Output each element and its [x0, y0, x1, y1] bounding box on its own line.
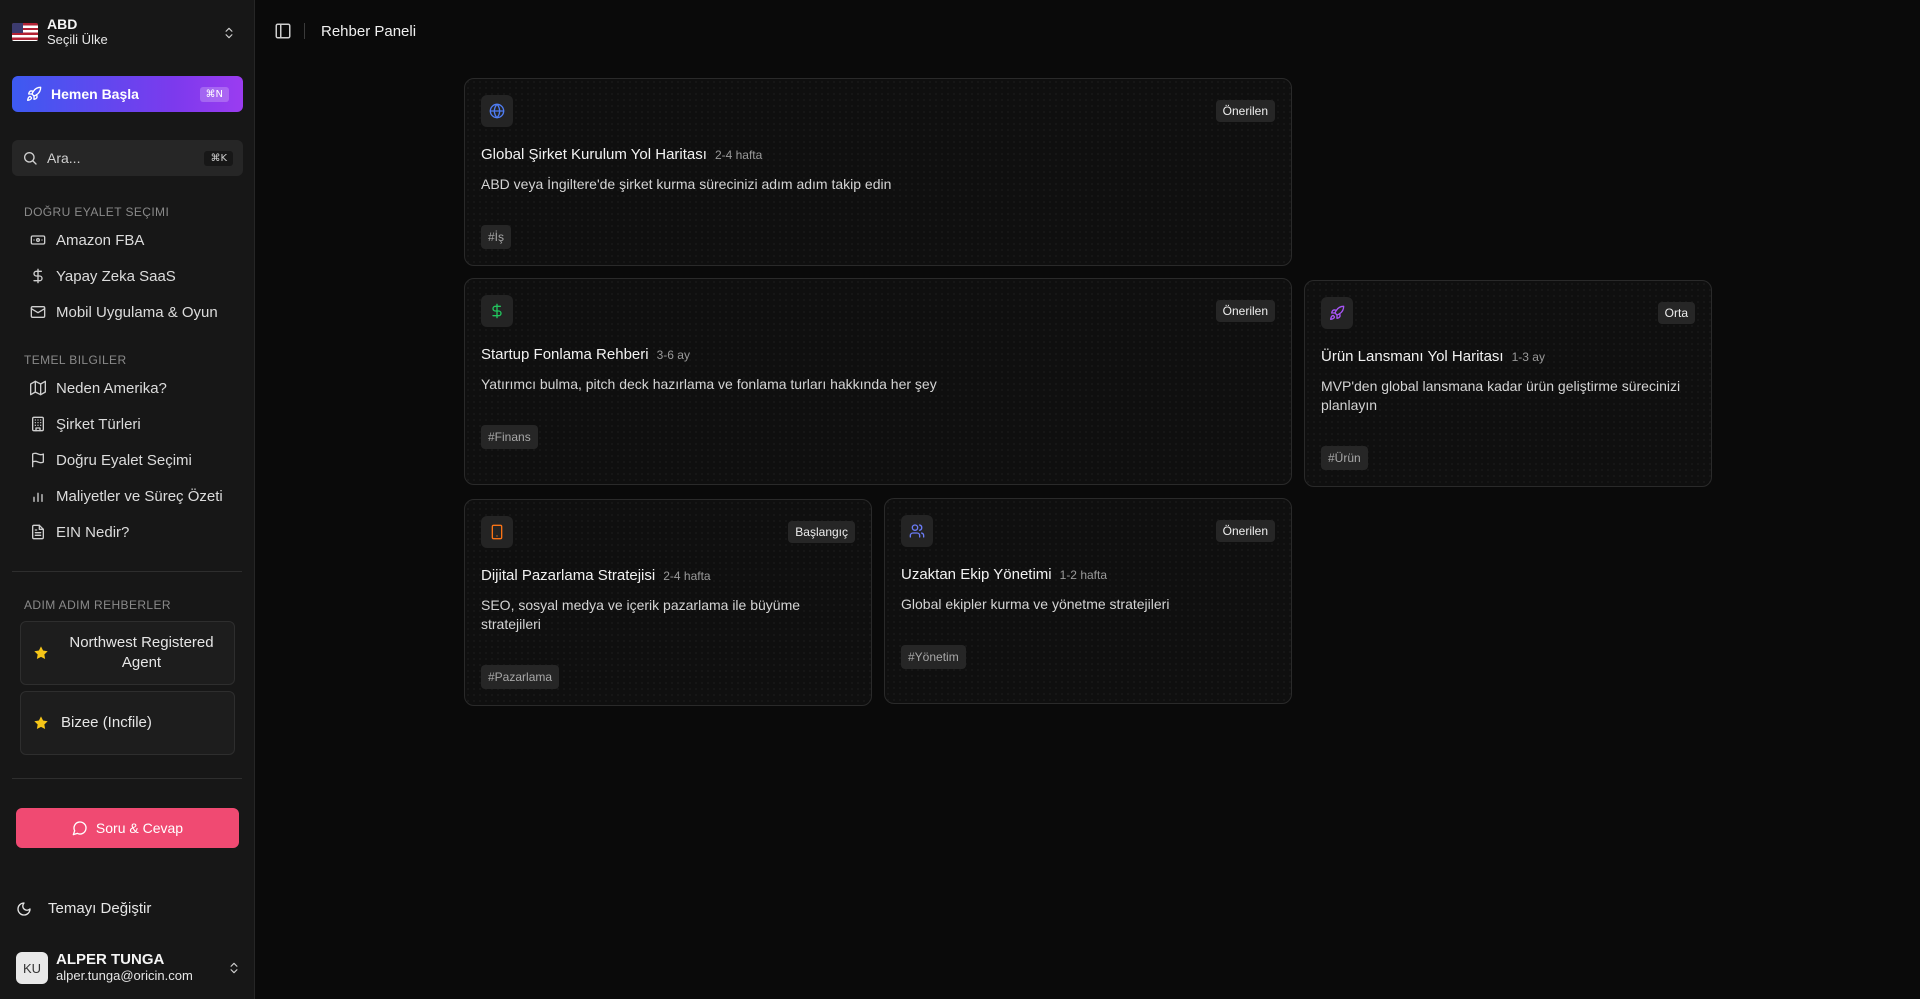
card-title: Ürün Lansmanı Yol Haritası — [1321, 348, 1504, 365]
card-description: Yatırımcı bulma, pitch deck hazırlama ve… — [481, 376, 937, 392]
guide-card-remote-team[interactable]: Önerilen Uzaktan Ekip Yönetimi 1-2 hafta… — [884, 498, 1292, 704]
rocket-icon — [1330, 305, 1345, 320]
qa-label: Soru & Cevap — [95, 820, 184, 836]
star-icon — [34, 716, 48, 729]
card-tag[interactable]: #Pazarlama — [481, 665, 560, 689]
card-description: MVP'den global lansmana kadar ürün geliş… — [1321, 378, 1681, 413]
guide-bizee[interactable]: Bizee (Incfile) — [20, 691, 235, 755]
sidebar-item-ai-saas[interactable]: Yapay Zeka SaaS — [30, 262, 240, 290]
guide-card-product-launch[interactable]: Orta Ürün Lansmanı Yol Haritası 1-3 ay M… — [1304, 280, 1712, 487]
start-now-label: Hemen Başla — [51, 86, 139, 102]
banknote-icon — [30, 235, 46, 245]
sidebar-item-label: Yapay Zeka SaaS — [56, 267, 176, 285]
guide-card-digital-marketing[interactable]: Başlangıç Dijital Pazarlama Stratejisi 2… — [464, 499, 872, 706]
flag-icon — [31, 452, 44, 468]
user-email: alper.tunga@oricin.com — [56, 968, 193, 983]
user-menu[interactable]: KU ALPER TUNGA alper.tunga@oricin.com — [16, 950, 241, 986]
dollar-icon — [492, 303, 502, 319]
map-icon — [30, 380, 46, 396]
search-shortcut-badge: ⌘K — [204, 150, 233, 166]
dollar-icon — [33, 268, 43, 284]
card-duration: 2-4 hafta — [663, 569, 711, 583]
guide-card-startup-funding[interactable]: Önerilen Startup Fonlama Rehberi 3-6 ay … — [464, 278, 1292, 485]
sidebar: ABD Seçili Ülke Hemen Başla ⌘N ⌘K DOĞRU … — [0, 0, 255, 999]
rocket-icon — [27, 86, 42, 101]
country-name: ABD — [47, 16, 78, 32]
smartphone-icon — [491, 524, 503, 540]
sidebar-item-label: Neden Amerika? — [56, 379, 167, 397]
card-duration: 1-2 hafta — [1059, 568, 1108, 582]
card-title: Startup Fonlama Rehberi — [481, 346, 649, 363]
card-tag[interactable]: #Yönetim — [901, 645, 966, 669]
card-duration: 2-4 hafta — [714, 148, 763, 162]
level-badge: Önerilen — [1215, 100, 1275, 122]
sidebar-item-amazon-fba[interactable]: Amazon FBA — [30, 226, 240, 254]
globe-icon — [489, 103, 505, 119]
users-icon — [909, 524, 925, 538]
sidebar-item-label: Maliyetler ve Süreç Özeti — [56, 487, 223, 505]
user-name: ALPER TUNGA — [56, 951, 165, 968]
level-badge: Önerilen — [1215, 300, 1275, 322]
theme-label: Temayı Değiştir — [48, 900, 152, 917]
sidebar-item-label: EIN Nedir? — [56, 523, 130, 541]
bar-chart-icon — [33, 492, 43, 502]
chevrons-up-down-icon — [230, 962, 238, 974]
moon-icon — [17, 901, 31, 916]
section-label-guides: ADIM ADIM REHBERLER — [24, 598, 171, 612]
sidebar-item-label: Şirket Türleri — [56, 415, 141, 433]
chevrons-up-down-icon — [225, 27, 233, 39]
sidebar-item-label: Mobil Uygulama & Oyun — [56, 303, 218, 321]
card-duration: 3-6 ay — [656, 348, 690, 362]
star-icon — [34, 646, 48, 659]
guide-northwest[interactable]: Northwest Registered Agent — [20, 621, 235, 685]
sidebar-item-company-types[interactable]: Şirket Türleri — [30, 410, 240, 438]
card-title: Dijital Pazarlama Stratejisi — [481, 567, 656, 584]
shortcut-badge: ⌘N — [199, 86, 229, 102]
search-box[interactable]: ⌘K — [12, 140, 243, 176]
sidebar-divider — [12, 571, 242, 572]
card-description: Global ekipler kurma ve yönetme strateji… — [901, 596, 1170, 612]
mail-icon — [30, 306, 46, 318]
level-badge: Önerilen — [1215, 520, 1275, 542]
avatar: KU — [16, 952, 48, 984]
building-icon — [32, 416, 44, 432]
guide-card-global-company[interactable]: Önerilen Global Şirket Kurulum Yol Harit… — [464, 78, 1292, 266]
search-icon — [24, 152, 37, 165]
sidebar-item-costs[interactable]: Maliyetler ve Süreç Özeti — [30, 482, 240, 510]
theme-toggle[interactable]: Temayı Değiştir — [16, 900, 151, 917]
start-now-button[interactable]: Hemen Başla ⌘N — [12, 76, 243, 112]
card-tag[interactable]: #Ürün — [1321, 446, 1368, 470]
us-flag-icon — [12, 23, 38, 41]
guide-label: Northwest Registered Agent — [69, 634, 214, 671]
page-title: Rehber Paneli — [321, 23, 417, 40]
sidebar-item-why-america[interactable]: Neden Amerika? — [30, 374, 240, 402]
country-switcher[interactable]: ABD Seçili Ülke — [12, 14, 242, 50]
sidebar-divider — [12, 778, 242, 779]
card-description: ABD veya İngiltere'de şirket kurma sürec… — [481, 176, 892, 192]
card-tag[interactable]: #Finans — [481, 425, 538, 449]
level-badge: Orta — [1657, 302, 1695, 324]
level-badge: Başlangıç — [788, 521, 855, 543]
guide-label: Bizee (Incfile) — [61, 714, 152, 731]
message-circle-icon — [72, 821, 87, 836]
sidebar-item-ein[interactable]: EIN Nedir? — [30, 518, 240, 546]
document-icon — [31, 524, 44, 540]
top-bar: Rehber Paneli — [256, 0, 1920, 64]
sidebar-item-label: Amazon FBA — [56, 231, 145, 249]
card-title: Global Şirket Kurulum Yol Haritası — [481, 146, 707, 163]
qa-button[interactable]: Soru & Cevap — [16, 808, 239, 848]
card-duration: 1-3 ay — [1511, 350, 1545, 364]
sidebar-item-label: Doğru Eyalet Seçimi — [56, 451, 192, 469]
card-description: SEO, sosyal medya ve içerik pazarlama il… — [481, 597, 801, 632]
country-subtitle: Seçili Ülke — [47, 32, 108, 47]
card-tag[interactable]: #İş — [481, 225, 512, 249]
sidebar-toggle-icon[interactable] — [274, 22, 292, 40]
search-input[interactable] — [47, 150, 187, 166]
sidebar-item-mobile-app[interactable]: Mobil Uygulama & Oyun — [30, 298, 240, 326]
section-label-state: DOĞRU EYALET SEÇIMI — [24, 205, 170, 219]
section-label-basics: TEMEL BILGILER — [24, 353, 127, 367]
sidebar-item-state-selection[interactable]: Doğru Eyalet Seçimi — [30, 446, 240, 474]
header-divider — [304, 23, 305, 39]
card-title: Uzaktan Ekip Yönetimi — [901, 566, 1052, 583]
